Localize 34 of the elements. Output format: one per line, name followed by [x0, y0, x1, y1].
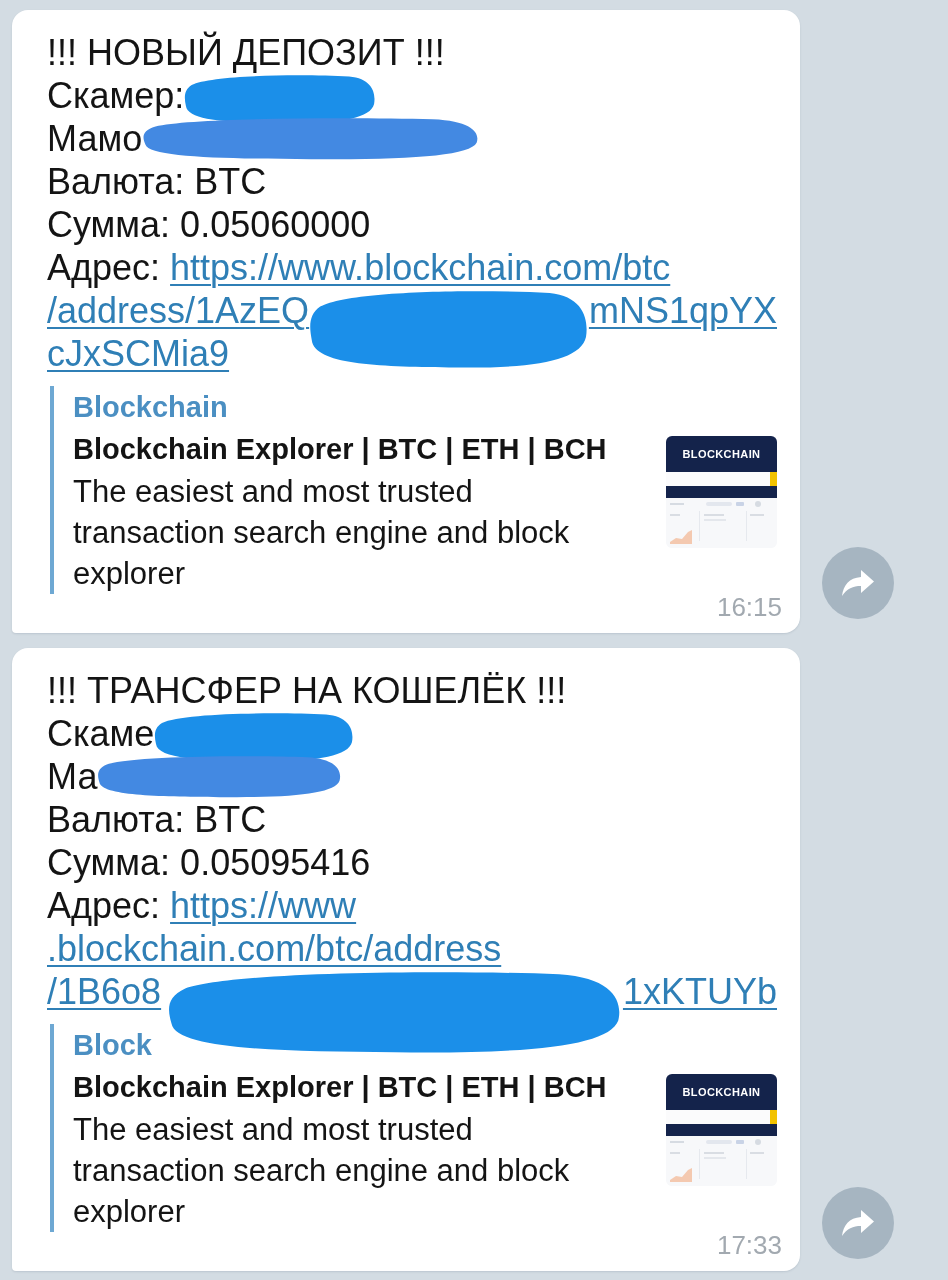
message-text: Мамо [47, 117, 143, 160]
address-link[interactable]: 1xKTUYb [622, 970, 777, 1013]
curved-arrow-icon [842, 570, 874, 596]
address-link[interactable]: cJxSCMia9 [47, 332, 230, 375]
message-text: !!! ТРАНСФЕР НА КОШЕЛЁК !!! [47, 669, 567, 712]
message-text: Адрес: [47, 246, 161, 289]
address-link[interactable]: https://www.blockchain.com/btc [170, 246, 671, 289]
message-time: 16:15 [716, 594, 782, 620]
link-site-name: Blockchain [73, 390, 228, 425]
link-description: The easiest and most trusted transaction search engine and block explorer [73, 473, 571, 593]
link-site-name: Block [73, 1028, 152, 1063]
thumbnail-accent [770, 1110, 777, 1124]
address-link[interactable]: /address/1AzEQ [47, 289, 310, 332]
link-title: Blockchain Explorer | BTC | ETH | BCH [73, 1070, 607, 1105]
message-text: Адрес: [47, 884, 161, 927]
message-text: Сумма: 0.05060000 [47, 203, 371, 246]
message-text: Скаме [47, 712, 155, 755]
thumbnail-logo-text: BLOCKCHAIN [682, 1086, 761, 1098]
message-text: Валюта: BTC [47, 798, 267, 841]
link-description: The easiest and most trusted transaction search engine and block explorer [73, 1111, 571, 1231]
address-link[interactable]: https://www [170, 884, 357, 927]
address-link[interactable]: /1B6o8 [47, 970, 162, 1013]
address-link[interactable]: mNS1qpYX [588, 289, 777, 332]
address-link[interactable]: .blockchain.com/btc/address [47, 927, 502, 970]
message-time: 17:33 [716, 1232, 782, 1258]
thumbnail-accent [770, 472, 777, 486]
curved-arrow-icon [842, 1210, 874, 1236]
message-text: Ма [47, 755, 98, 798]
message-text: Сумма: 0.05095416 [47, 841, 371, 884]
thumbnail-logo-text: BLOCKCHAIN [682, 448, 761, 460]
link-title: Blockchain Explorer | BTC | ETH | BCH [73, 432, 607, 467]
message-text: !!! НОВЫЙ ДЕПОЗИТ !!! [47, 31, 445, 74]
message-text: Валюта: BTC [47, 160, 267, 203]
message-text: Скамер: [47, 74, 185, 117]
